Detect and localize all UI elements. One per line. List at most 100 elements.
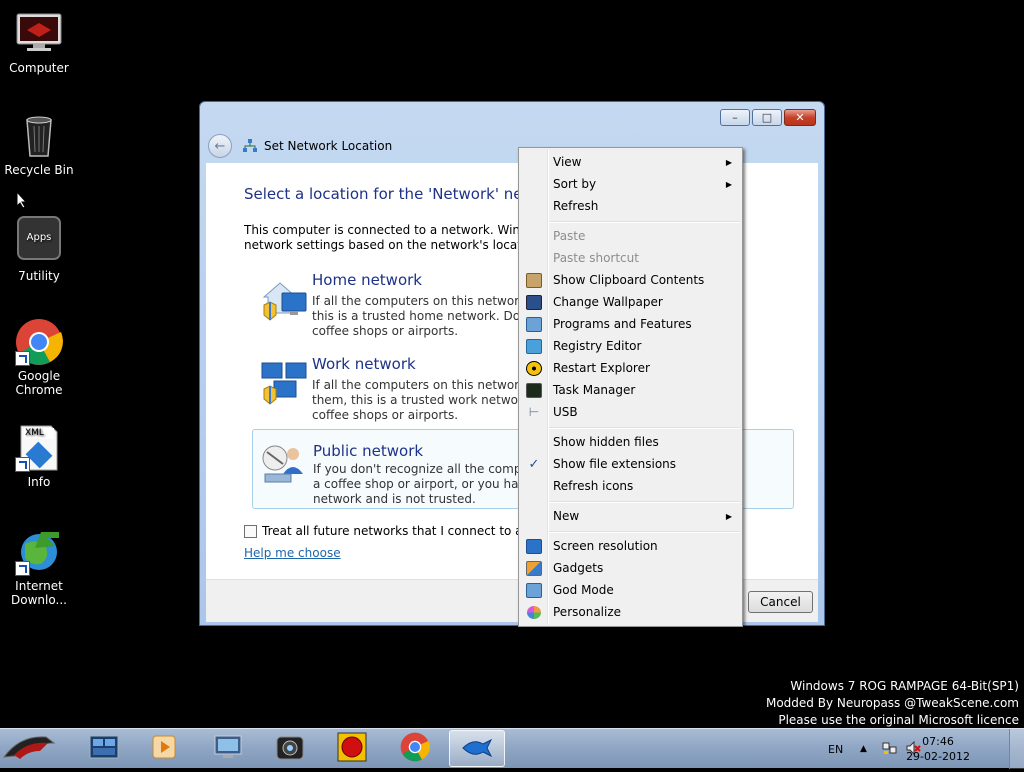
menu-separator	[549, 501, 740, 503]
desktop-icon-label: 7utility	[18, 269, 60, 283]
menu-item-label: Change Wallpaper	[553, 295, 663, 309]
language-indicator[interactable]: EN	[828, 729, 843, 769]
taskbar-remote-desktop[interactable]	[200, 730, 256, 767]
network-wizard-icon	[461, 736, 493, 761]
menu-separator	[549, 221, 740, 223]
chrome-icon	[15, 318, 63, 366]
menu-item-show-hidden-files[interactable]: Show hidden files	[521, 431, 740, 453]
chrome-icon	[400, 732, 430, 765]
nav-row: ← Set Network Location	[208, 134, 392, 158]
display-icon	[526, 538, 542, 554]
taskbar-network-wizard[interactable]	[449, 730, 505, 767]
desktop-icon-info[interactable]: XML Info	[0, 424, 78, 489]
menu-item-show-file-extensions[interactable]: ✓ Show file extensions	[521, 453, 740, 475]
start-button[interactable]	[0, 729, 62, 769]
close-button[interactable]: ✕	[784, 109, 816, 126]
menu-item-refresh-icons[interactable]: Refresh icons	[521, 475, 740, 497]
menu-item-personalize[interactable]: Personalize	[521, 601, 740, 623]
shortcut-arrow-icon	[15, 561, 30, 576]
menu-item-paste-shortcut[interactable]: Paste shortcut	[521, 247, 740, 269]
menu-item-label: Screen resolution	[553, 539, 658, 553]
menu-item-new[interactable]: New ▶	[521, 505, 740, 527]
back-button[interactable]: ←	[208, 134, 232, 158]
watermark-line: Windows 7 ROG RAMPAGE 64-Bit(SP1)	[790, 679, 1019, 693]
desktop-icon-label: Google Chrome	[15, 369, 63, 397]
menu-item-label: New	[553, 509, 580, 523]
menu-item-label: Show hidden files	[553, 435, 659, 449]
maximize-icon: □	[761, 111, 773, 124]
menu-item-label: Show Clipboard Contents	[553, 273, 705, 287]
menu-item-paste[interactable]: Paste	[521, 225, 740, 247]
apps-icon: Apps	[17, 216, 61, 260]
menu-item-label: Refresh icons	[553, 479, 634, 493]
cancel-button[interactable]: Cancel	[748, 591, 813, 613]
work-network-icon	[260, 359, 308, 407]
language-label: EN	[828, 742, 844, 756]
registry-icon	[526, 338, 542, 354]
menu-item-god-mode[interactable]: God Mode	[521, 579, 740, 601]
wallpaper-icon	[526, 294, 542, 310]
menu-item-label: Registry Editor	[553, 339, 642, 353]
show-hidden-icons-button[interactable]: ▲	[860, 729, 867, 769]
menu-item-screen-resolution[interactable]: Screen resolution	[521, 535, 740, 557]
menu-item-restart-explorer[interactable]: Restart Explorer	[521, 357, 740, 379]
internet-download-manager-icon	[15, 528, 63, 576]
shortcut-arrow-icon	[15, 351, 30, 366]
computer-icon	[15, 10, 63, 58]
desktop-icon-7utility[interactable]: Apps 7utility	[0, 216, 78, 283]
shortcut-arrow-icon	[15, 457, 30, 472]
taskbar-record[interactable]	[324, 730, 380, 767]
menu-item-registry-editor[interactable]: Registry Editor	[521, 335, 740, 357]
chevron-up-icon: ▲	[860, 744, 867, 754]
show-desktop-button[interactable]	[1009, 729, 1024, 769]
desktop-icon-google-chrome[interactable]: Google Chrome	[0, 318, 78, 397]
menu-item-label: USB	[553, 405, 578, 419]
desktop-icon-label: Info	[27, 475, 51, 489]
menu-item-view[interactable]: View ▶	[521, 151, 740, 173]
gadgets-icon	[526, 560, 542, 576]
tray-network[interactable]	[882, 729, 898, 769]
menu-item-label: Show file extensions	[553, 457, 677, 471]
taskbar-chrome[interactable]	[387, 730, 443, 767]
treat-future-networks-label: Treat all future networks that I connect…	[262, 524, 559, 538]
menu-separator	[549, 531, 740, 533]
desktop-icon-label: Internet Downlo...	[11, 579, 67, 607]
taskbar: EN ▲ 07:46 29-02-2012	[0, 728, 1024, 769]
menu-item-sort-by[interactable]: Sort by ▶	[521, 173, 740, 195]
desktop-icon-computer[interactable]: Computer	[0, 10, 78, 75]
media-player-icon	[151, 734, 179, 763]
option-title: Home network	[312, 271, 422, 289]
minimize-button[interactable]: –	[720, 109, 750, 126]
menu-item-usb[interactable]: ⊢ USB	[521, 401, 740, 423]
menu-item-programs-and-features[interactable]: Programs and Features	[521, 313, 740, 335]
desktop-watermark: Windows 7 ROG RAMPAGE 64-Bit(SP1) Modded…	[766, 678, 1019, 729]
desktop-icon-internet-download-manager[interactable]: Internet Downlo...	[0, 528, 78, 607]
menu-item-task-manager[interactable]: Task Manager	[521, 379, 740, 401]
recycle-bin-icon	[15, 112, 63, 160]
help-me-choose-link[interactable]: Help me choose	[244, 546, 341, 560]
clock[interactable]: 07:46 29-02-2012	[906, 734, 970, 764]
god-mode-icon	[526, 582, 542, 598]
caption-buttons: – □ ✕	[720, 109, 816, 126]
taskbar-media-player[interactable]	[137, 730, 193, 767]
menu-item-refresh[interactable]: Refresh	[521, 195, 740, 217]
clipboard-icon	[526, 272, 542, 288]
option-title: Public network	[313, 442, 424, 460]
taskbar-explorer[interactable]	[76, 730, 132, 767]
minimize-icon: –	[732, 111, 738, 124]
taskbar-camera[interactable]	[262, 730, 318, 767]
camera-icon	[275, 733, 305, 764]
maximize-button[interactable]: □	[752, 109, 782, 126]
desktop-icon-label: Computer	[9, 61, 69, 75]
desktop-context-menu: View ▶ Sort by ▶ Refresh Paste Paste short…	[518, 147, 743, 627]
xml-label: XML	[25, 428, 44, 438]
desktop-icon-recycle-bin[interactable]: Recycle Bin	[0, 112, 78, 177]
menu-item-show-clipboard[interactable]: Show Clipboard Contents	[521, 269, 740, 291]
menu-item-label: Sort by	[553, 177, 597, 191]
menu-item-label: Paste	[553, 229, 586, 243]
menu-item-gadgets[interactable]: Gadgets	[521, 557, 740, 579]
page-heading: Select a location for the 'Network' netw	[244, 185, 541, 203]
programs-icon	[526, 316, 542, 332]
menu-item-change-wallpaper[interactable]: Change Wallpaper	[521, 291, 740, 313]
treat-future-networks-checkbox[interactable]	[244, 524, 257, 538]
